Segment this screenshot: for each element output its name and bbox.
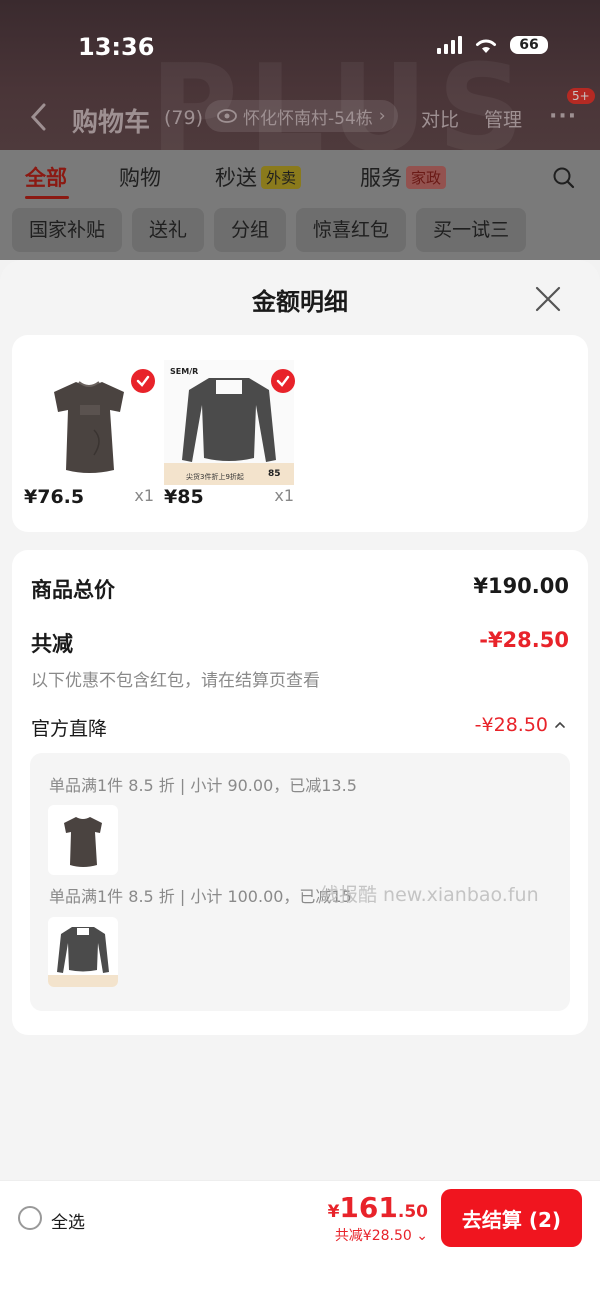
tab-service-tag: 家政 [406, 166, 447, 189]
notification-badge: 5+ [567, 88, 595, 104]
price-breakdown-card: 商品总价 ¥190.00 共减 -¥28.50 以下优惠不包含红包，请在结算页查… [12, 550, 588, 1035]
manage-button[interactable]: 管理 [484, 105, 522, 132]
promotion-details: 单品满1件 8.5 折 | 小计 90.00，已减13.5 单品满1件 8.5 … [30, 753, 570, 1011]
product-item[interactable]: ¥76.5 x1 [24, 360, 155, 510]
tab-all[interactable]: 全部 [25, 162, 67, 192]
home-indicator-area [0, 1252, 600, 1304]
wifi-icon [474, 36, 498, 54]
status-icons: 66 [437, 36, 548, 54]
status-time: 13:36 [78, 33, 155, 61]
tab-instant[interactable]: 秒送 外卖 [215, 162, 302, 192]
filter-chip[interactable]: 送礼 [132, 208, 205, 252]
filter-chip[interactable]: 买一试三 [416, 208, 527, 252]
tab-instant-label: 秒送 [215, 166, 257, 190]
discount-label: 共减 [31, 632, 73, 656]
total-savings-toggle[interactable]: 共减¥28.50 ⌄ [335, 1225, 428, 1245]
chevron-down-icon: ⌄ [416, 1228, 428, 1244]
battery-indicator: 66 [510, 36, 548, 54]
subtotal-label: 商品总价 [31, 578, 115, 602]
select-all-radio[interactable] [18, 1206, 42, 1230]
amount-detail-sheet: 金额明细 ¥76.5 x1 SEM/R 尖货3件折上9折起 85 ¥85 x1 … [0, 260, 600, 1180]
total-currency: ¥ [327, 1202, 340, 1222]
promo-line: 单品满1件 8.5 折 | 小计 90.00，已减13.5 [49, 776, 357, 795]
filter-chips: 国家补贴 送礼 分组 惊喜红包 买一试三 [12, 208, 527, 252]
checked-icon[interactable] [271, 369, 295, 393]
promo-product-thumbnail [48, 805, 118, 875]
total-integer: 161 [339, 1191, 398, 1224]
watermark: 线报酷 new.xianbao.fun [320, 884, 539, 906]
cart-nav-bar: 购物车 (79) 怀化怀南村-54栋 › 对比 管理 ··· 5+ [0, 88, 600, 142]
total-decimal: .50 [397, 1202, 428, 1222]
eye-icon [217, 109, 237, 123]
tab-active-indicator [25, 196, 69, 199]
cart-count: (79) [164, 107, 204, 129]
discount-note: 以下优惠不包含红包，请在结算页查看 [31, 671, 320, 691]
cart-title: 购物车 [72, 108, 151, 138]
promo-banner-price: 85 [268, 469, 281, 479]
discount-value: -¥28.50 [479, 628, 569, 652]
signal-icon [437, 36, 462, 54]
back-arrow-icon[interactable] [28, 102, 50, 132]
more-icon[interactable]: ··· [549, 104, 577, 129]
checkout-button[interactable]: 去结算 (2) [441, 1189, 582, 1247]
tab-all-label: 全部 [25, 166, 67, 190]
product-price: ¥85 [164, 486, 204, 508]
tab-service[interactable]: 服务 家政 [360, 162, 447, 192]
promo-line: 单品满1件 8.5 折 | 小计 100.00，已减15 [49, 887, 352, 906]
brand-label: SEM/R [170, 367, 199, 376]
compare-button[interactable]: 对比 [421, 105, 459, 132]
product-item[interactable]: SEM/R 尖货3件折上9折起 85 ¥85 x1 [164, 360, 295, 510]
official-discount-value: -¥28.50 [474, 714, 548, 736]
product-quantity: x1 [274, 486, 294, 505]
tab-shopping-label: 购物 [119, 166, 161, 190]
tab-instant-tag: 外卖 [261, 166, 302, 189]
selected-products-card: ¥76.5 x1 SEM/R 尖货3件折上9折起 85 ¥85 x1 [12, 335, 588, 532]
filter-chip[interactable]: 国家补贴 [12, 208, 123, 252]
location-text: 怀化怀南村-54栋 [243, 108, 373, 129]
total-price: ¥161.50 [328, 1191, 428, 1224]
location-selector[interactable]: 怀化怀南村-54栋 › [205, 100, 398, 132]
tab-shopping[interactable]: 购物 [119, 162, 161, 192]
official-discount-label: 官方直降 [31, 718, 108, 740]
chevron-up-icon [555, 721, 565, 728]
product-quantity: x1 [134, 486, 154, 505]
search-icon[interactable] [552, 166, 576, 190]
filter-chip[interactable]: 惊喜红包 [296, 208, 407, 252]
product-price: ¥76.5 [24, 486, 85, 508]
tab-service-label: 服务 [360, 166, 402, 190]
promo-banner-text: 尖货3件折上9折起 [186, 473, 244, 481]
promo-product-thumbnail [48, 917, 118, 987]
subtotal-value: ¥190.00 [473, 574, 569, 598]
select-all-label[interactable]: 全选 [51, 1208, 85, 1233]
category-tabs: 全部 购物 秒送 外卖 服务 家政 [0, 160, 600, 200]
filter-chip[interactable]: 分组 [214, 208, 287, 252]
chevron-right-icon: › [378, 106, 386, 126]
checkout-bar: 全选 ¥161.50 共减¥28.50 ⌄ 去结算 (2) [0, 1180, 600, 1252]
sheet-title: 金额明细 [252, 288, 348, 316]
checked-icon[interactable] [131, 369, 155, 393]
official-discount-toggle[interactable]: -¥28.50 [475, 714, 566, 736]
total-savings: 共减¥28.50 [334, 1228, 412, 1244]
close-icon[interactable] [535, 286, 561, 312]
